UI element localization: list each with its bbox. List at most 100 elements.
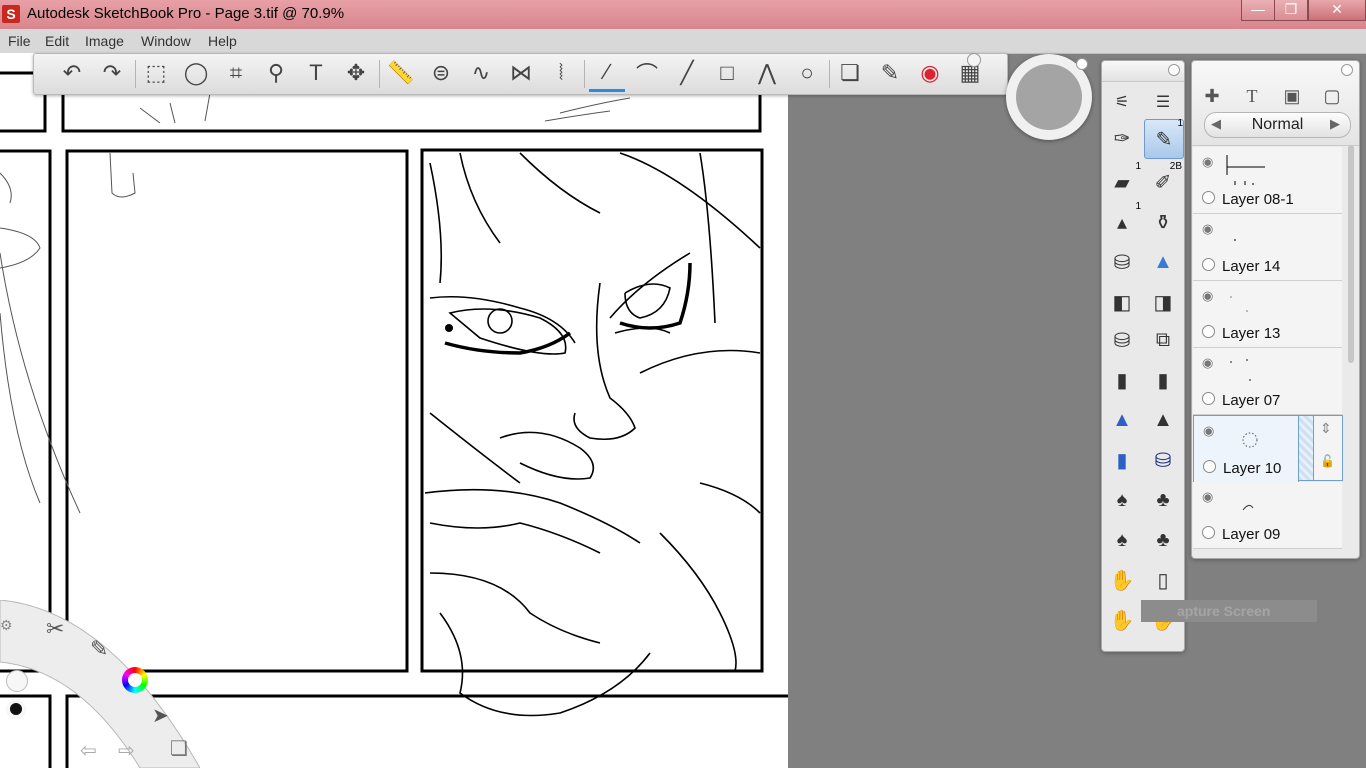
lagoon-record-icon[interactable]: [6, 699, 26, 719]
ink-bottle-icon[interactable]: ⛁: [1144, 441, 1182, 479]
hatch-brush-icon[interactable]: ✋: [1103, 601, 1141, 639]
layer-list-scrollbar[interactable]: [1348, 145, 1354, 363]
marker-icon[interactable]: ▮: [1103, 361, 1141, 399]
menu-edit[interactable]: Edit: [45, 33, 69, 49]
redo-icon[interactable]: ↷: [94, 54, 130, 92]
menu-window[interactable]: Window: [141, 33, 191, 49]
visibility-eye-icon[interactable]: ◉: [1202, 288, 1213, 304]
text-icon[interactable]: T: [298, 54, 334, 92]
curve-icon[interactable]: ⌒: [629, 54, 665, 92]
visibility-eye-icon[interactable]: ◉: [1202, 154, 1213, 170]
visibility-eye-icon[interactable]: ◉: [1202, 489, 1213, 505]
lagoon-brush-icon[interactable]: ✎: [90, 636, 108, 662]
lagoon-undo-icon[interactable]: ⇦: [80, 738, 97, 763]
freehand-stroke-icon[interactable]: ∕: [589, 54, 625, 92]
brush-library-icon[interactable]: ☰: [1144, 83, 1182, 121]
lagoon-color-wheel-icon[interactable]: [122, 667, 148, 693]
line-icon[interactable]: ╱: [669, 54, 705, 92]
symmetry-icon[interactable]: ⋈: [503, 54, 539, 92]
lagoon-settings-icon[interactable]: ⚙: [0, 617, 13, 634]
soft-eraser-icon[interactable]: ◨: [1144, 283, 1182, 321]
fan-brush-icon[interactable]: ♣: [1144, 521, 1182, 559]
fill-bucket-icon[interactable]: ⛁: [1103, 321, 1141, 359]
paint-bucket-icon[interactable]: ⛁: [1103, 243, 1141, 281]
flat-brush-icon[interactable]: ♣: [1144, 481, 1182, 519]
airbrush-icon[interactable]: ✑: [1103, 119, 1141, 157]
highlighter-icon[interactable]: ▮: [1103, 441, 1141, 479]
visibility-eye-icon[interactable]: ◉: [1202, 355, 1213, 371]
menu-file[interactable]: File: [8, 33, 31, 49]
rectangle-icon[interactable]: □: [709, 54, 745, 92]
circle-icon[interactable]: ○: [789, 54, 825, 92]
puck-close-icon[interactable]: [1076, 58, 1088, 70]
move-icon[interactable]: ✥: [338, 54, 374, 92]
layer-select-radio[interactable]: [1202, 526, 1215, 539]
current-color-swatch[interactable]: [1016, 64, 1082, 130]
layer-row[interactable]: ◉ Layer 09: [1193, 482, 1342, 549]
layer-trash-icon[interactable]: ▢: [1317, 83, 1347, 109]
add-text-layer-icon[interactable]: T: [1237, 83, 1267, 109]
add-layer-icon[interactable]: ✚: [1197, 83, 1227, 109]
layer-select-radio[interactable]: [1202, 325, 1215, 338]
layer-select-radio[interactable]: [1202, 392, 1215, 405]
close-button[interactable]: ✕: [1308, 0, 1366, 21]
zoom-icon[interactable]: ⚲: [258, 54, 294, 92]
lagoon-redo-icon[interactable]: ⇨: [118, 738, 135, 763]
layer-select-radio[interactable]: [1203, 460, 1216, 473]
french-curve-icon[interactable]: ∿: [463, 54, 499, 92]
layer-opacity-slider[interactable]: [1298, 415, 1314, 481]
brush-properties-icon[interactable]: ⚟: [1103, 83, 1141, 121]
layer-row[interactable]: ◉ Layer 07: [1193, 348, 1342, 415]
felt-pen-icon[interactable]: ▲: [1144, 401, 1182, 439]
brush-palette-close-icon[interactable]: [1168, 64, 1180, 76]
ruler-icon[interactable]: 📏: [383, 54, 419, 92]
undo-icon[interactable]: ↶: [54, 54, 90, 92]
visibility-eye-icon[interactable]: ◉: [1202, 221, 1213, 237]
layer-reorder-icon[interactable]: ⇕: [1320, 420, 1332, 437]
brushes-toggle-icon[interactable]: ✎: [872, 54, 908, 92]
layer-row-selected[interactable]: ◉ Layer 10: [1193, 415, 1299, 483]
chevron-right-icon[interactable]: ▶: [1330, 116, 1340, 132]
rect-select-icon[interactable]: ⬚: [138, 54, 174, 92]
minimize-button[interactable]: —: [1241, 0, 1275, 21]
ellipse-guide-icon[interactable]: ⊜: [423, 54, 459, 92]
layer-row[interactable]: ◉ Layer 14: [1193, 214, 1342, 281]
toolbar-close-icon[interactable]: [967, 53, 981, 67]
layer-row[interactable]: ◉ Layer 08-1: [1193, 147, 1342, 214]
round-brush-icon[interactable]: ♠: [1103, 481, 1141, 519]
menu-help[interactable]: Help: [208, 33, 237, 49]
blue-pen-icon[interactable]: ▲: [1103, 401, 1141, 439]
pencil-brush-icon[interactable]: ✎ 1: [1144, 118, 1184, 159]
ink-pen-icon[interactable]: ⚱: [1144, 203, 1182, 241]
smudge-icon[interactable]: ⧉: [1144, 321, 1182, 359]
maximize-button[interactable]: ❐: [1274, 0, 1308, 21]
layer-select-radio[interactable]: [1202, 258, 1215, 271]
menu-image[interactable]: Image: [85, 33, 124, 49]
fine-marker-icon[interactable]: ▮: [1144, 361, 1182, 399]
lasso-icon[interactable]: ◯: [178, 54, 214, 92]
lagoon-layers-icon[interactable]: ❏: [170, 736, 188, 761]
small-brush-icon[interactable]: ▴ 1: [1103, 201, 1141, 241]
lagoon-info-icon[interactable]: [6, 670, 28, 692]
polyline-icon[interactable]: ⋀: [749, 54, 785, 92]
lagoon-brush-tools-icon[interactable]: ✂: [46, 616, 64, 642]
pencil-2b-icon[interactable]: ✐ 2B: [1144, 161, 1182, 201]
eraser-icon[interactable]: ▰ 1: [1103, 161, 1141, 201]
visibility-eye-icon[interactable]: ◉: [1203, 423, 1214, 439]
hard-eraser-icon[interactable]: ◧: [1103, 283, 1141, 321]
color-wheel-icon[interactable]: ◉: [912, 54, 948, 92]
crop-icon[interactable]: ⌗: [218, 54, 254, 92]
stamp-brush-icon[interactable]: ▯: [1144, 561, 1182, 599]
layer-row[interactable]: ◉ Layer 13: [1193, 281, 1342, 348]
chevron-left-icon[interactable]: ◀: [1211, 116, 1221, 132]
texture-brush-icon[interactable]: ✋: [1103, 561, 1141, 599]
add-image-layer-icon[interactable]: ▣: [1277, 83, 1307, 109]
lagoon-pointer-icon[interactable]: ➤: [152, 703, 169, 728]
wide-brush-icon[interactable]: ♠: [1103, 521, 1141, 559]
soft-cone-icon[interactable]: ▲: [1144, 243, 1182, 281]
symmetry-y-icon[interactable]: ⦚: [543, 54, 579, 92]
layer-select-radio[interactable]: [1202, 191, 1215, 204]
layer-lock-icon[interactable]: 🔓: [1320, 454, 1335, 468]
blend-mode-selector[interactable]: Normal ◀ ▶: [1204, 112, 1351, 138]
layers-toggle-icon[interactable]: ❏: [832, 54, 868, 92]
